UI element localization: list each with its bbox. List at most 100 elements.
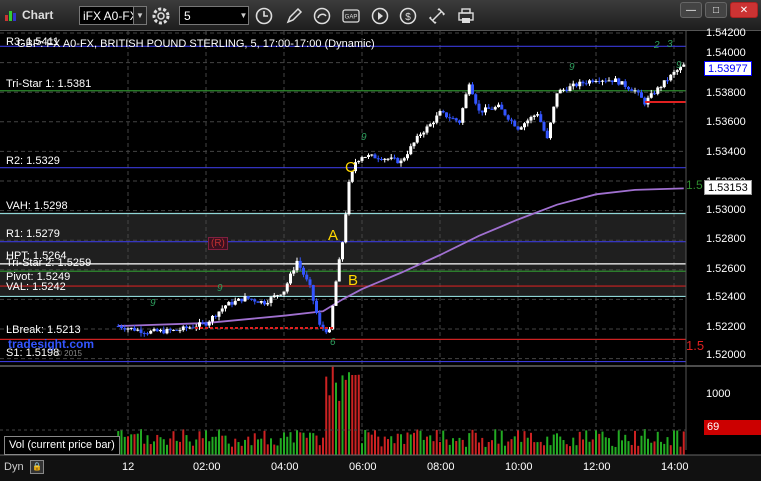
candle-body: [380, 159, 383, 161]
candle-body: [441, 111, 445, 113]
level-label-r1: R1: 1.5279: [6, 228, 60, 240]
volume-bar: [520, 441, 523, 455]
candle-body: [360, 157, 364, 161]
volume-bar: [445, 439, 448, 455]
volume-bar: [578, 431, 581, 455]
print-icon[interactable]: [456, 6, 476, 26]
volume-bar: [244, 439, 246, 455]
gear-icon[interactable]: [151, 6, 171, 26]
volume-bar: [406, 432, 409, 455]
close-button[interactable]: ✕: [730, 2, 758, 18]
volume-bar: [387, 439, 389, 455]
volume-bar: [595, 429, 597, 455]
count-digit: 2: [653, 40, 660, 51]
clock-icon[interactable]: [254, 6, 274, 26]
candle-body: [308, 279, 312, 286]
volume-bar: [419, 430, 422, 455]
candle-body: [393, 157, 396, 159]
candle-body: [412, 142, 416, 147]
candle-body: [175, 329, 179, 331]
candle-body: [396, 157, 400, 164]
volume-bar: [156, 434, 159, 455]
candle-body: [682, 64, 686, 67]
play-icon[interactable]: [370, 6, 390, 26]
annotation-b: B: [348, 272, 359, 289]
refresh-icon[interactable]: [312, 6, 332, 26]
candle-body: [256, 301, 260, 303]
candle-body: [617, 78, 621, 85]
dollar-icon[interactable]: $: [398, 6, 418, 26]
volume-bar: [601, 431, 604, 455]
volume-bar: [136, 433, 139, 455]
candle-body: [389, 157, 393, 159]
volume-bar: [435, 429, 438, 455]
candle-body: [578, 81, 582, 87]
volume-bar: [331, 366, 334, 455]
volume-bar: [354, 375, 357, 455]
volume-bar: [585, 430, 588, 455]
volume-bar: [205, 430, 207, 455]
price-tick: 1.52000: [706, 349, 746, 361]
candle-body: [198, 322, 201, 327]
candle-body: [383, 158, 387, 160]
volume-bar: [546, 436, 549, 455]
volume-bar: [361, 443, 363, 455]
candle-body: [666, 80, 669, 82]
candle-body: [633, 90, 637, 92]
candle-body: [298, 260, 302, 268]
candle-body: [142, 332, 146, 334]
dyn-label[interactable]: Dyn: [4, 461, 24, 473]
candle-body: [227, 302, 231, 306]
candle-body: [526, 120, 530, 124]
candle-body: [672, 71, 676, 75]
candle-body: [337, 259, 341, 282]
volume-bar: [617, 430, 620, 455]
volume-bar: [195, 439, 198, 455]
time-tick: 06:00: [349, 461, 377, 473]
link-icon[interactable]: [427, 6, 447, 26]
volume-bar: [682, 431, 685, 455]
level-label-r2: R2: 1.5329: [6, 155, 60, 167]
volume-bar: [270, 438, 272, 455]
candle-body: [139, 329, 143, 333]
volume-bar: [309, 432, 311, 455]
candle-body: [536, 114, 539, 116]
candle-body: [191, 327, 195, 329]
volume-bar: [234, 438, 237, 455]
volume-bar: [533, 442, 536, 455]
volume-bar: [409, 434, 412, 455]
pencil-icon[interactable]: [284, 6, 304, 26]
volume-bar: [471, 429, 474, 455]
volume-bar: [413, 432, 415, 455]
candle-body: [610, 80, 614, 83]
candle-body: [432, 122, 435, 125]
volume-bar: [348, 372, 350, 455]
gap-icon[interactable]: GAP: [341, 6, 361, 26]
time-tick: 08:00: [427, 461, 455, 473]
candle-body: [188, 327, 192, 329]
minimize-button[interactable]: —: [680, 2, 702, 18]
volume-bar: [497, 443, 500, 455]
candle-body: [126, 328, 130, 330]
volume-bar: [185, 435, 188, 455]
candle-body: [584, 83, 588, 85]
interval-dropdown-button[interactable]: ▼: [237, 6, 250, 25]
symbol-dropdown-button[interactable]: ▼: [133, 6, 147, 25]
price-chart[interactable]: 6992 3999: [0, 31, 761, 481]
candle-body: [477, 103, 481, 111]
green-level-tag: 1.5: [686, 178, 703, 192]
count-digit: 3: [667, 39, 673, 50]
candle-body: [376, 158, 380, 160]
volume-bar: [465, 446, 467, 455]
candle-body: [133, 327, 136, 331]
volume-bar: [608, 438, 610, 455]
volume-bar: [396, 433, 399, 455]
candle-body: [409, 146, 413, 155]
volume-bar: [162, 439, 165, 455]
volume-bar: [494, 429, 497, 455]
volume-bar: [656, 431, 659, 455]
maximize-button[interactable]: □: [705, 2, 727, 18]
lock-icon[interactable]: 🔒: [30, 460, 44, 474]
time-tick: 04:00: [271, 461, 299, 473]
candle-body: [484, 107, 487, 113]
